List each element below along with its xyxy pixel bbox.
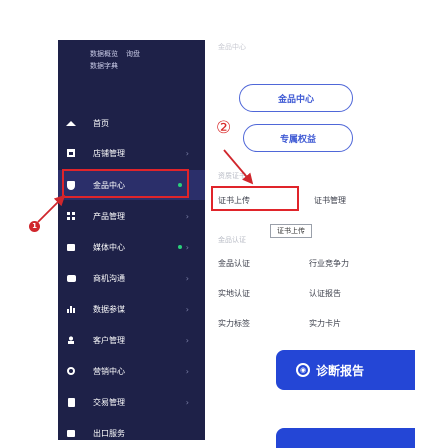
sidebar: 数据概览 询盘 数据字典 首页 店铺管理 › 金品中心 产品管理 › 媒体中心 … <box>58 40 205 440</box>
export-icon <box>66 428 76 438</box>
chat-icon <box>66 273 76 283</box>
section-label-certificates: 资质证书 <box>218 172 246 180</box>
status-dot <box>178 245 182 249</box>
section-label-gold-cert: 金品认证 <box>218 236 246 244</box>
chevron-right-icon: › <box>185 242 189 252</box>
tooltip: 证书上传 <box>270 224 312 238</box>
chevron-right-icon: › <box>185 304 189 314</box>
sidebar-item-business[interactable]: 商机沟通 › <box>58 263 205 293</box>
chevron-right-icon: › <box>185 273 189 283</box>
sidebar-item-store[interactable]: 店铺管理 › <box>58 138 205 168</box>
screenshot-stage: 数据概览 询盘 数据字典 首页 店铺管理 › 金品中心 产品管理 › 媒体中心 … <box>0 0 444 448</box>
panel-heading: 金品中心 <box>218 43 246 51</box>
sidebar-item-label: 交易管理 <box>93 397 125 407</box>
chevron-right-icon: › <box>185 335 189 345</box>
coin-icon <box>66 366 76 376</box>
top-link-inquiry[interactable]: 询盘 <box>126 50 140 58</box>
secondary-banner[interactable] <box>276 428 415 448</box>
cert-manage-link[interactable]: 证书管理 <box>314 195 346 206</box>
sidebar-item-label: 店铺管理 <box>93 148 125 158</box>
store-icon <box>66 148 76 158</box>
user-icon <box>66 335 76 345</box>
home-icon <box>66 118 76 128</box>
sidebar-item-export[interactable]: 出口服务 <box>58 418 205 440</box>
sidebar-item-label: 首页 <box>93 118 109 128</box>
sidebar-item-customers[interactable]: 客户管理 › <box>58 325 205 355</box>
industry-competitiveness-link[interactable]: 行业竞争力 <box>309 258 349 269</box>
sidebar-item-label: 营销中心 <box>93 366 125 376</box>
sidebar-item-label: 媒体中心 <box>93 242 125 252</box>
banner-label: 诊断报告 <box>316 363 365 378</box>
bar-chart-icon <box>66 304 76 314</box>
sidebar-item-trade[interactable]: 交易管理 › <box>58 387 205 417</box>
chevron-right-icon: › <box>185 397 189 407</box>
sidebar-item-label: 商机沟通 <box>93 273 125 283</box>
grid-icon <box>66 211 76 221</box>
card-icon <box>66 397 76 407</box>
sidebar-item-label: 产品管理 <box>93 211 125 221</box>
gold-cert-link[interactable]: 金品认证 <box>218 258 250 269</box>
onsite-cert-link[interactable]: 实地认证 <box>218 288 250 299</box>
sidebar-top-links: 数据概览 询盘 数据字典 <box>90 48 148 72</box>
sidebar-item-label: 出口服务 <box>93 428 125 438</box>
chevron-right-icon: › <box>185 211 189 221</box>
sidebar-item-label: 数据参谋 <box>93 304 125 314</box>
top-link-data-overview[interactable]: 数据概览 <box>90 50 118 58</box>
sidebar-item-products[interactable]: 产品管理 › <box>58 201 205 231</box>
sidebar-item-media[interactable]: 媒体中心 › <box>58 232 205 262</box>
strength-tag-link[interactable]: 实力标签 <box>218 318 250 329</box>
media-icon <box>66 242 76 252</box>
top-link-data-dictionary[interactable]: 数据字典 <box>90 62 118 70</box>
exclusive-benefits-button[interactable]: 专属权益 <box>243 124 353 152</box>
chevron-right-icon: › <box>185 148 189 158</box>
highlight-box-cert-upload <box>211 186 299 211</box>
sidebar-item-home[interactable]: 首页 <box>58 108 205 138</box>
gold-center-button[interactable]: 金品中心 <box>239 84 353 112</box>
sidebar-item-label: 客户管理 <box>93 335 125 345</box>
cert-report-link[interactable]: 认证报告 <box>309 288 341 299</box>
sidebar-item-data[interactable]: 数据参谋 › <box>58 294 205 324</box>
diagnosis-report-banner[interactable]: ◉ 诊断报告 <box>276 350 415 390</box>
sidebar-item-marketing[interactable]: 营销中心 › <box>58 356 205 386</box>
strength-card-link[interactable]: 实力卡片 <box>309 318 341 329</box>
annotation-marker-2: ② <box>216 118 232 138</box>
highlight-box-sidebar <box>62 169 189 198</box>
annotation-marker-1: 1 <box>29 221 40 232</box>
compass-icon: ◉ <box>296 363 310 377</box>
chevron-right-icon: › <box>185 366 189 376</box>
